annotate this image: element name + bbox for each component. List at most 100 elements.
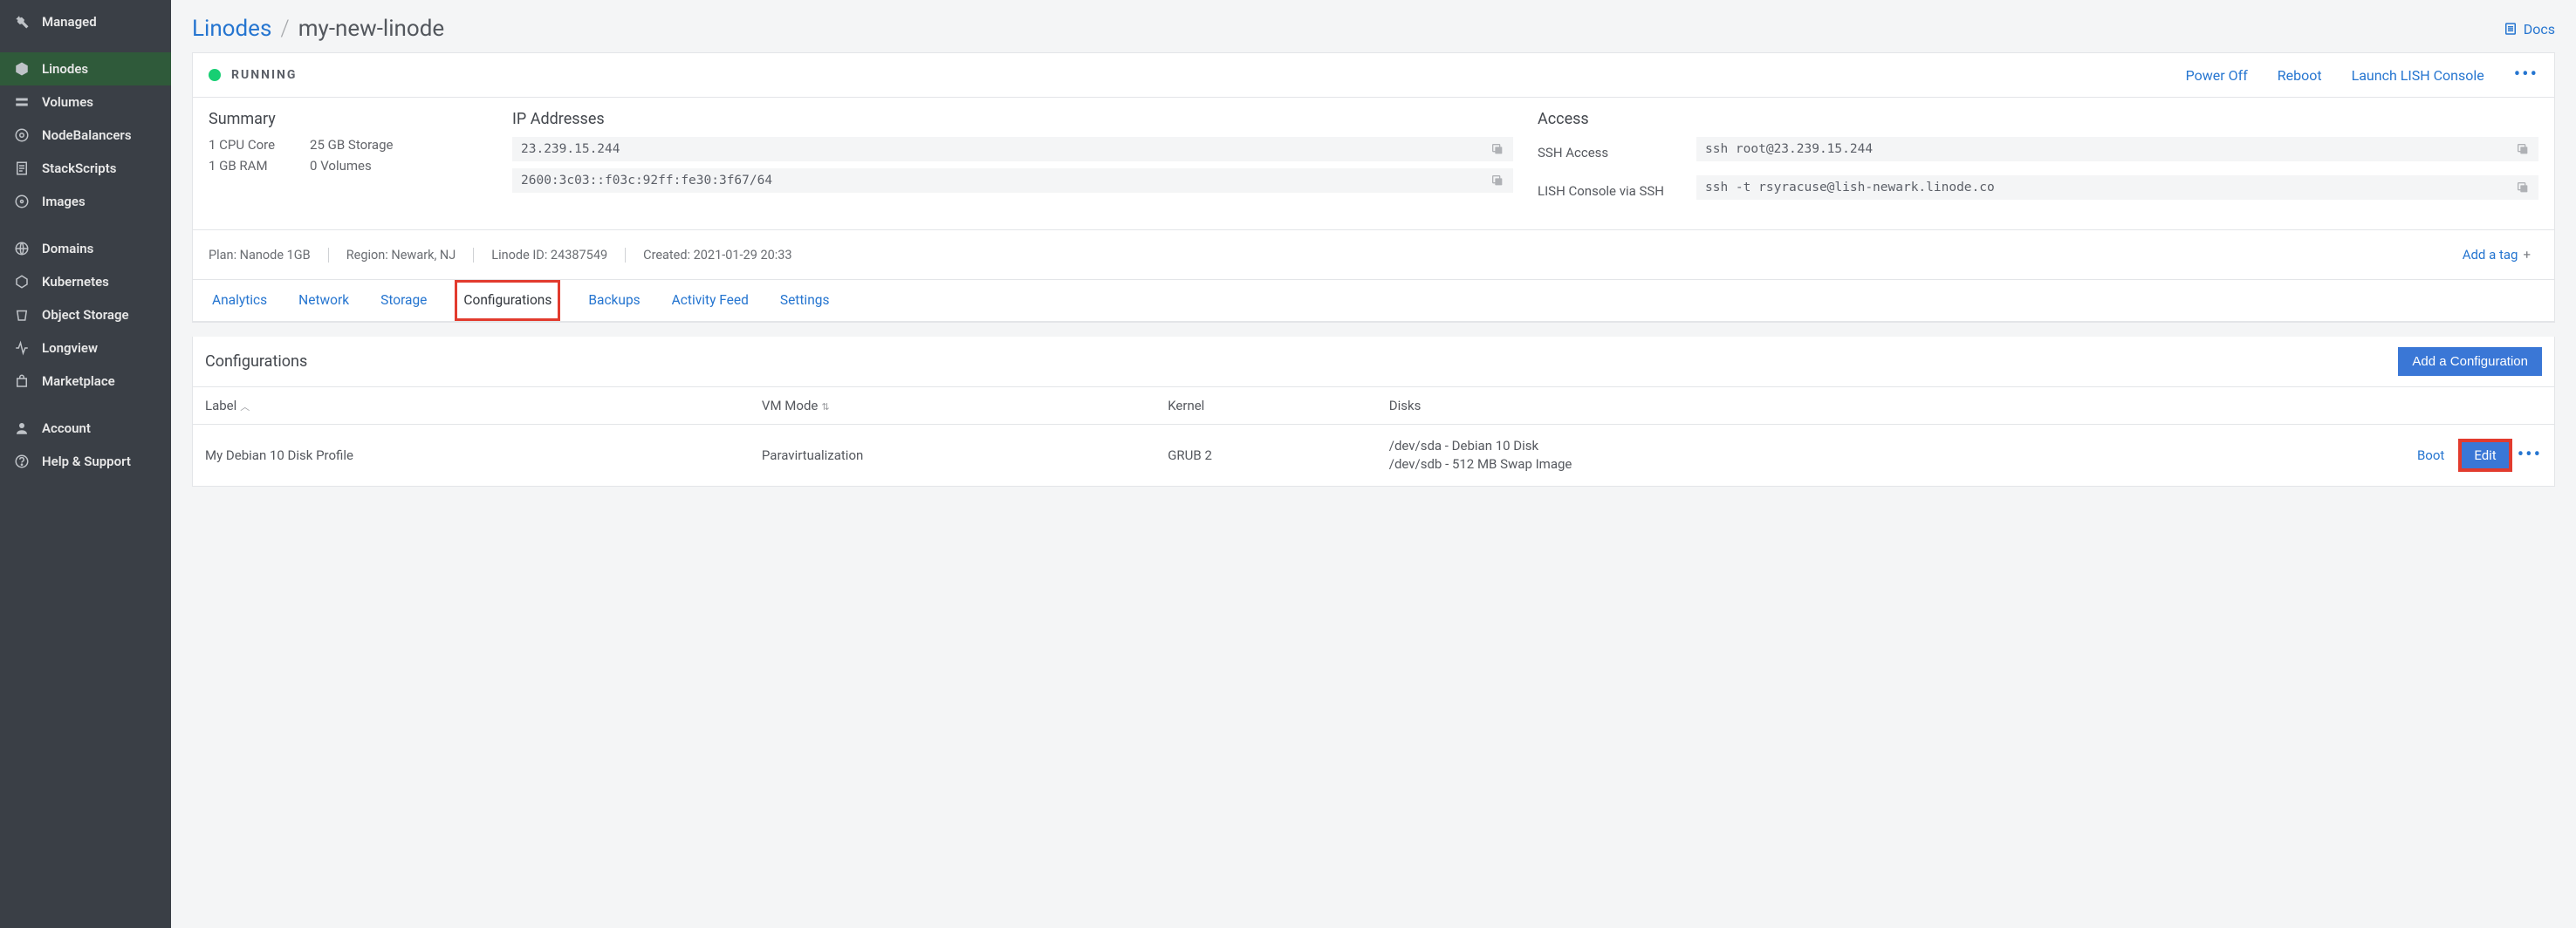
cpu-spec: 1 CPU Core: [209, 137, 275, 153]
tab-activity-feed[interactable]: Activity Feed: [668, 280, 752, 321]
sidebar: Managed Linodes Volumes NodeBalancers St…: [0, 0, 171, 928]
sidebar-item-kubernetes[interactable]: Kubernetes: [0, 265, 171, 298]
tabs: Analytics Network Storage Configurations…: [193, 280, 2554, 322]
sidebar-item-volumes[interactable]: Volumes: [0, 85, 171, 119]
document-icon: [2503, 21, 2518, 37]
sidebar-item-domains[interactable]: Domains: [0, 232, 171, 265]
sidebar-item-label: Account: [42, 420, 91, 436]
help-icon: [14, 454, 30, 469]
config-disks: /dev/sda - Debian 10 Disk /dev/sdb - 512…: [1377, 425, 2045, 487]
disk-line: /dev/sda - Debian 10 Disk: [1389, 437, 2033, 455]
sidebar-item-account[interactable]: Account: [0, 412, 171, 445]
sidebar-item-label: Marketplace: [42, 373, 115, 389]
breadcrumb-separator: /: [280, 16, 289, 42]
breadcrumb-root[interactable]: Linodes: [192, 16, 271, 42]
sidebar-item-nodebalancers[interactable]: NodeBalancers: [0, 119, 171, 152]
volumes-spec: 0 Volumes: [310, 158, 393, 174]
status-bar: RUNNING Power Off Reboot Launch LISH Con…: [193, 53, 2554, 98]
copy-icon[interactable]: [2516, 142, 2530, 156]
ipv4-address: 23.239.15.244: [521, 142, 620, 156]
nodebalancer-icon: [14, 127, 30, 143]
volumes-icon: [14, 94, 30, 110]
config-kernel: GRUB 2: [1155, 425, 1377, 487]
tab-configurations[interactable]: Configurations: [455, 280, 560, 321]
launch-lish-button[interactable]: Launch LISH Console: [2352, 67, 2484, 84]
col-vm-mode[interactable]: VM Mode⇅: [750, 387, 1155, 425]
disc-icon: [14, 194, 30, 209]
sidebar-item-label: Help & Support: [42, 454, 131, 469]
config-vm-mode: Paravirtualization: [750, 425, 1155, 487]
copy-icon[interactable]: [1490, 142, 1504, 156]
add-tag-button[interactable]: Add a tag +: [2455, 242, 2538, 267]
sidebar-item-longview[interactable]: Longview: [0, 331, 171, 365]
tab-storage[interactable]: Storage: [377, 280, 430, 321]
sidebar-item-object-storage[interactable]: Object Storage: [0, 298, 171, 331]
configurations-heading: Configurations: [205, 352, 307, 371]
disk-line: /dev/sdb - 512 MB Swap Image: [1389, 455, 2033, 474]
sidebar-item-label: Object Storage: [42, 307, 129, 323]
sidebar-item-label: Images: [42, 194, 86, 209]
linode-id-meta: Linode ID: 24387549: [473, 248, 607, 263]
docs-link[interactable]: Docs: [2503, 21, 2555, 38]
col-kernel: Kernel: [1155, 387, 1377, 425]
ssh-access-label: SSH Access: [1538, 145, 1686, 160]
tab-network[interactable]: Network: [295, 280, 353, 321]
user-icon: [14, 420, 30, 436]
sidebar-item-label: Volumes: [42, 94, 93, 110]
sidebar-item-label: Managed: [42, 14, 97, 30]
breadcrumb: Linodes / my-new-linode: [192, 16, 444, 42]
boot-button[interactable]: Boot: [2408, 442, 2453, 468]
script-icon: [14, 160, 30, 176]
row-more-actions-icon[interactable]: •••: [2518, 446, 2542, 465]
tab-analytics[interactable]: Analytics: [209, 280, 271, 321]
ssh-command: ssh root@23.239.15.244: [1705, 142, 1873, 156]
config-label: My Debian 10 Disk Profile: [193, 425, 750, 487]
reboot-button[interactable]: Reboot: [2278, 67, 2322, 84]
sidebar-item-managed[interactable]: Managed: [0, 5, 171, 38]
sidebar-item-label: Kubernetes: [42, 274, 109, 290]
storage-spec: 25 GB Storage: [310, 137, 393, 153]
power-off-button[interactable]: Power Off: [2186, 67, 2248, 84]
col-label[interactable]: Label︿: [193, 387, 750, 425]
sidebar-item-label: Linodes: [42, 61, 88, 77]
created-meta: Created: 2021-01-29 20:33: [625, 248, 791, 263]
lish-command: ssh -t rsyracuse@lish-newark.linode.co: [1705, 181, 1995, 194]
copy-icon[interactable]: [1490, 174, 1504, 188]
plan-meta: Plan: Nanode 1GB: [209, 248, 311, 263]
activity-icon: [14, 340, 30, 356]
sidebar-item-help[interactable]: Help & Support: [0, 445, 171, 478]
tab-settings[interactable]: Settings: [777, 280, 833, 321]
edit-button[interactable]: Edit: [2462, 442, 2508, 468]
sidebar-item-label: Longview: [42, 340, 98, 356]
summary-title: Summary: [209, 110, 488, 128]
ip-title: IP Addresses: [512, 110, 1513, 128]
more-actions-icon[interactable]: •••: [2514, 65, 2538, 85]
copy-icon[interactable]: [2516, 181, 2530, 194]
ram-spec: 1 GB RAM: [209, 158, 275, 174]
sort-icon: ⇅: [821, 401, 829, 413]
sidebar-item-label: NodeBalancers: [42, 127, 132, 143]
kubernetes-icon: [14, 274, 30, 290]
lish-access-label: LISH Console via SSH: [1538, 183, 1686, 199]
col-disks: Disks: [1377, 387, 2045, 425]
docs-label: Docs: [2524, 21, 2555, 38]
configurations-panel: Configurations Add a Configuration Label…: [192, 337, 2555, 487]
sidebar-item-stackscripts[interactable]: StackScripts: [0, 152, 171, 185]
globe-icon: [14, 241, 30, 256]
breadcrumb-leaf: my-new-linode: [298, 16, 444, 42]
sidebar-item-images[interactable]: Images: [0, 185, 171, 218]
bag-icon: [14, 373, 30, 389]
cube-icon: [14, 61, 30, 77]
sidebar-item-label: StackScripts: [42, 160, 116, 176]
sidebar-item-label: Domains: [42, 241, 93, 256]
tab-backups[interactable]: Backups: [585, 280, 643, 321]
sort-asc-icon: ︿: [240, 401, 250, 413]
sidebar-item-linodes[interactable]: Linodes: [0, 52, 171, 85]
plus-icon: +: [2523, 247, 2531, 263]
add-tag-label: Add a tag: [2463, 247, 2518, 263]
status-indicator-icon: [209, 69, 221, 81]
table-row: My Debian 10 Disk Profile Paravirtualiza…: [193, 425, 2554, 487]
main-content: Linodes / my-new-linode Docs RUNNING Pow…: [171, 0, 2576, 928]
add-configuration-button[interactable]: Add a Configuration: [2398, 347, 2542, 376]
sidebar-item-marketplace[interactable]: Marketplace: [0, 365, 171, 398]
